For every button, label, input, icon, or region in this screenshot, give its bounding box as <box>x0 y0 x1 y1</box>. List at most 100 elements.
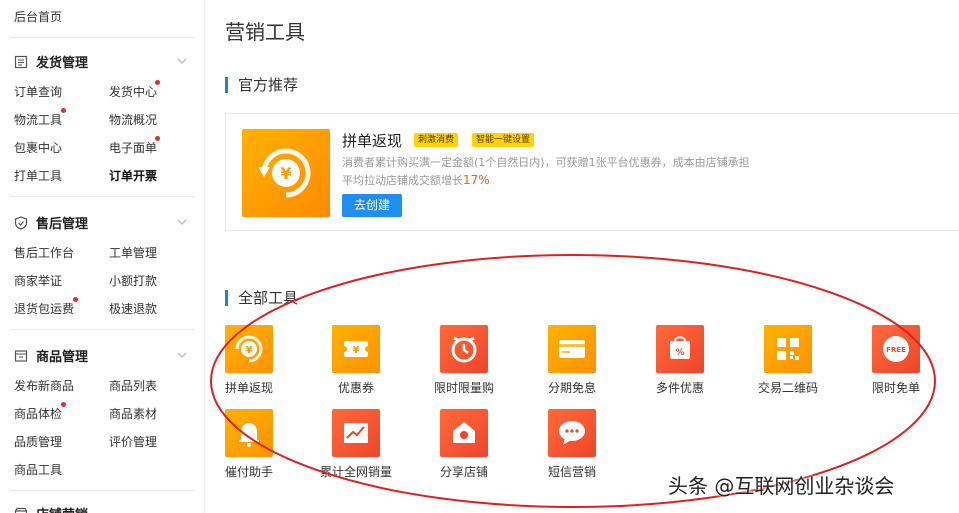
divider <box>10 37 195 38</box>
tool-label: 限时免单 <box>871 381 920 395</box>
sidebar-item-print-tool[interactable]: 打单工具 <box>14 167 62 184</box>
sidebar-item-logistics-overview[interactable]: 物流概况 <box>109 111 157 128</box>
sidebar-item-return-shipping[interactable]: 退货包运费 <box>14 300 74 317</box>
tool-free-order[interactable]: FREE 限时免单 <box>846 325 956 401</box>
list-icon <box>14 55 28 68</box>
tool-multi-item-discount[interactable]: % 多件优惠 <box>630 325 740 401</box>
recommend-stat-text: 平均拉动店铺成交额增长 <box>342 174 463 187</box>
sidebar-item-product-check[interactable]: 商品体检 <box>14 405 62 422</box>
svg-text:¥: ¥ <box>353 345 360 356</box>
sidebar-section-products[interactable]: 商品管理 <box>14 346 88 365</box>
sidebar-section-shipping[interactable]: 发货管理 <box>14 52 88 71</box>
yuan-cycle-icon: ¥ <box>258 148 311 198</box>
sidebar-item-e-waybill[interactable]: 电子面单 <box>109 139 157 156</box>
shield-icon <box>14 215 28 230</box>
tool-label: 多件优惠 <box>655 381 704 395</box>
sidebar-item-order-query[interactable]: 订单查询 <box>14 83 62 100</box>
sidebar-item-review-mgmt[interactable]: 评价管理 <box>109 433 157 450</box>
sidebar-item-small-payment[interactable]: 小额打款 <box>109 272 157 289</box>
sidebar-section-title: 商品管理 <box>36 350 89 365</box>
tag-badge: 智能一键设置 <box>472 133 535 147</box>
free-badge-icon: FREE <box>872 325 920 373</box>
tool-flash-sale[interactable]: 限时限量购 <box>414 325 524 401</box>
tool-trade-qr-code[interactable]: 交易二维码 <box>738 325 848 401</box>
sidebar-item-product-list[interactable]: 商品列表 <box>109 377 157 394</box>
share-store-icon <box>440 409 488 457</box>
box-icon <box>14 349 28 362</box>
sidebar-section-title: 店铺营销 <box>36 504 88 513</box>
sidebar-item-merchant-evidence[interactable]: 商家举证 <box>14 272 62 289</box>
sidebar-item-quality-mgmt[interactable]: 品质管理 <box>14 433 62 450</box>
sidebar-item-product-assets[interactable]: 商品素材 <box>109 405 157 422</box>
sidebar-item-new-product[interactable]: 发布新商品 <box>14 377 74 394</box>
recommend-stat: 平均拉动店铺成交额增长17% <box>342 172 490 188</box>
chevron-down-icon[interactable] <box>176 349 188 361</box>
section-title-all-tools: 全部工具 <box>225 290 298 306</box>
tool-label: 限时限量购 <box>433 381 494 395</box>
chevron-down-icon[interactable] <box>176 55 188 67</box>
recommend-card: ¥ 拼单返现 刺激消费 智能一键设置 消费者累计购买满一定金额(1个自然日内)，… <box>225 113 959 231</box>
sms-bubble-icon <box>548 409 596 457</box>
notification-dot <box>61 108 66 113</box>
sidebar-item-logistics-tools[interactable]: 物流工具 <box>14 111 62 128</box>
trend-chart-icon <box>332 409 380 457</box>
tool-label: 交易二维码 <box>757 381 818 395</box>
tool-sms-marketing[interactable]: 短信营销 <box>522 409 632 485</box>
tool-label: 催付助手 <box>224 465 273 479</box>
tool-label: 拼单返现 <box>224 381 273 395</box>
tool-label: 短信营销 <box>547 465 596 479</box>
tool-share-store[interactable]: 分享店铺 <box>414 409 524 485</box>
notification-dot <box>73 297 78 302</box>
recommend-stat-highlight: 17% <box>463 173 490 187</box>
recommend-name: 拼单返现 <box>342 132 403 150</box>
alarm-clock-icon <box>440 325 488 373</box>
notification-dot <box>155 80 160 85</box>
sidebar-item-fast-refund[interactable]: 极速退款 <box>109 300 157 317</box>
sidebar-item-aftersale-desk[interactable]: 售后工作台 <box>14 244 74 261</box>
free-badge-text: FREE <box>886 346 906 354</box>
recommend-description: 消费者累计购买满一定金额(1个自然日内)，可获赠1张平台优惠券，成本由店铺承担 <box>342 156 750 169</box>
sidebar-home-link[interactable]: 后台首页 <box>14 8 62 25</box>
divider <box>10 490 195 491</box>
tool-group-buy-cashback[interactable]: ¥ 拼单返现 <box>199 325 309 401</box>
tool-label: 累计全网销量 <box>319 465 392 479</box>
yuan-cycle-icon: ¥ <box>225 325 273 373</box>
divider <box>10 196 195 197</box>
sidebar-section-title: 发货管理 <box>36 56 89 71</box>
sidebar-item-product-tools[interactable]: 商品工具 <box>14 461 62 478</box>
sidebar-section-aftersale[interactable]: 售后管理 <box>14 213 88 232</box>
sidebar-item-ticket-mgmt[interactable]: 工单管理 <box>109 244 157 261</box>
section-title-recommend: 官方推荐 <box>225 77 298 93</box>
sidebar: 后台首页 发货管理 订单查询 发货中心 物流工具 物流概况 包裹中心 电子面单 … <box>0 0 205 513</box>
tag-badge: 刺激消费 <box>414 133 459 147</box>
tool-label: 分享店铺 <box>439 465 488 479</box>
sidebar-item-ship-center[interactable]: 发货中心 <box>109 83 157 100</box>
tool-payment-reminder[interactable]: 催付助手 <box>199 409 309 485</box>
sidebar-item-order-invoice[interactable]: 订单开票 <box>109 167 157 184</box>
watermark-text: 头条 @互联网创业杂谈会 <box>668 474 895 498</box>
tool-label: 优惠券 <box>337 381 374 395</box>
sidebar-section-title: 售后管理 <box>36 217 89 232</box>
page-title: 营销工具 <box>225 20 305 44</box>
notification-dot <box>155 136 160 141</box>
svg-text:¥: ¥ <box>246 345 253 356</box>
chevron-down-icon[interactable] <box>176 216 188 228</box>
svg-text:%: % <box>675 348 684 358</box>
qr-code-icon <box>764 325 812 373</box>
tool-coupon[interactable]: ¥ 优惠券 <box>306 325 416 401</box>
credit-card-icon <box>548 325 596 373</box>
bell-icon <box>225 409 273 457</box>
coupon-icon: ¥ <box>332 325 380 373</box>
tool-label: 分期免息 <box>547 381 596 395</box>
tool-installment[interactable]: 分期免息 <box>522 325 632 401</box>
divider <box>10 329 195 330</box>
main-content: 营销工具 官方推荐 ¥ 拼单返现 刺激消费 智能一键设置 消费者累计购买满一定金… <box>206 0 959 513</box>
recommend-image: ¥ <box>242 129 330 217</box>
svg-text:¥: ¥ <box>280 164 291 183</box>
sidebar-item-package-center[interactable]: 包裹中心 <box>14 139 62 156</box>
discount-bag-icon: % <box>656 325 704 373</box>
sidebar-section-store-marketing[interactable]: 店铺营销 <box>14 504 88 513</box>
notification-dot <box>61 402 66 407</box>
create-button[interactable]: 去创建 <box>342 194 402 217</box>
tool-total-sales[interactable]: 累计全网销量 <box>306 409 416 485</box>
